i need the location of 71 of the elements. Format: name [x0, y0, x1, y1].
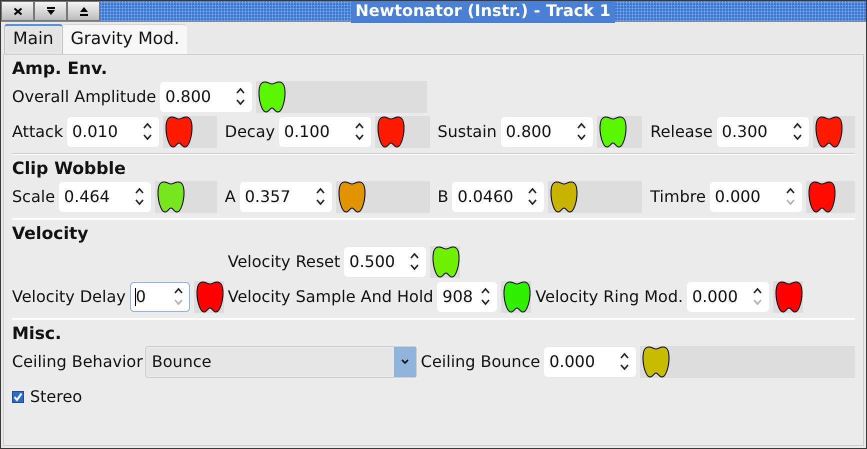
field-label: Decay	[224, 120, 275, 142]
caret-icon	[400, 358, 409, 364]
spin-value: 0.0460	[457, 186, 514, 208]
spin-box[interactable]: 0.100	[278, 116, 371, 146]
spin-value: 0.800	[165, 86, 212, 108]
checkbox-label[interactable]: Stereo	[30, 384, 82, 408]
field-label: Scale	[12, 186, 56, 208]
field-label: A	[224, 186, 236, 208]
close-button[interactable]	[1, 1, 34, 21]
spin-box[interactable]: 0	[130, 282, 190, 312]
eject-icon	[78, 6, 88, 16]
apple-icon[interactable]	[550, 180, 578, 212]
spin-box[interactable]: 0.010	[67, 116, 160, 146]
section-heading: Clip Wobble	[12, 159, 127, 179]
spin-value: 0.000	[549, 350, 596, 372]
field-label: Velocity Sample And Hold	[228, 286, 434, 308]
down-arrow-icon	[46, 6, 56, 16]
spin-box[interactable]: 0.000	[544, 346, 636, 376]
field-label: Overall Amplitude	[12, 86, 156, 108]
field-label: Velocity Ring Mod.	[535, 286, 684, 308]
spin-box[interactable]: 0.357	[240, 182, 332, 212]
spin-box[interactable]: 0.800	[160, 82, 252, 112]
spin-box[interactable]: 908	[437, 282, 498, 312]
spin-box[interactable]: 0.000	[687, 282, 770, 312]
spin-box[interactable]: 0.000	[710, 182, 802, 212]
spin-value: 0.000	[714, 186, 761, 208]
spin-box[interactable]: 0.300	[716, 116, 809, 146]
tab[interactable]: Main	[4, 24, 63, 54]
maximize-button[interactable]	[67, 1, 100, 21]
field-label: B	[438, 186, 448, 208]
spin-value: 0.300	[722, 120, 768, 142]
spin-value: 0.010	[72, 120, 118, 142]
spin-box[interactable]: 0.464	[59, 182, 152, 212]
spin-value: 0.464	[64, 186, 110, 208]
apple-icon[interactable]	[642, 346, 670, 378]
apple-icon[interactable]	[157, 180, 186, 212]
field-label: Timbre	[650, 186, 706, 208]
apple-icon[interactable]	[598, 116, 627, 148]
apple-icon[interactable]	[165, 116, 194, 148]
apple-icon[interactable]	[376, 116, 405, 148]
apple-icon[interactable]	[258, 80, 286, 112]
field-label: Sustain	[438, 120, 497, 142]
spin-value: 0.357	[244, 186, 291, 208]
spin-box[interactable]: 0.0460	[452, 182, 544, 212]
spin-value: 0.000	[692, 286, 738, 308]
spin-value: 908	[442, 286, 473, 308]
apple-icon[interactable]	[808, 180, 836, 212]
spin-value: 0.100	[284, 120, 330, 142]
window-title: Newtonator (Instr.) - Track 1	[351, 1, 615, 23]
text-cursor	[134, 288, 136, 306]
section-heading: Amp. Env.	[12, 59, 108, 79]
field-label: Ceiling Bounce	[420, 350, 540, 372]
field-label: Velocity Delay	[12, 286, 126, 308]
checkbox[interactable]	[12, 390, 24, 402]
apple-icon[interactable]	[338, 180, 366, 212]
spin-box[interactable]: 0.800	[500, 116, 593, 146]
spin-value: 0.800	[506, 120, 552, 142]
field-label: Ceiling Behavior	[12, 350, 143, 372]
spin-box[interactable]: 0.500	[344, 246, 426, 276]
section-heading: Misc.	[12, 324, 62, 344]
spin-value: 0.500	[349, 250, 396, 272]
minimize-button[interactable]	[34, 1, 67, 21]
close-icon	[12, 6, 22, 16]
spin-value: 0	[136, 286, 146, 308]
apple-icon[interactable]	[814, 116, 843, 148]
field-label: Velocity Reset	[228, 250, 340, 272]
section-heading: Velocity	[12, 224, 90, 244]
field-label: Release	[650, 120, 713, 142]
tab[interactable]: Gravity Mod.	[62, 24, 188, 54]
dropdown[interactable]: Bounce	[144, 346, 417, 378]
field-label: Attack	[12, 120, 64, 142]
